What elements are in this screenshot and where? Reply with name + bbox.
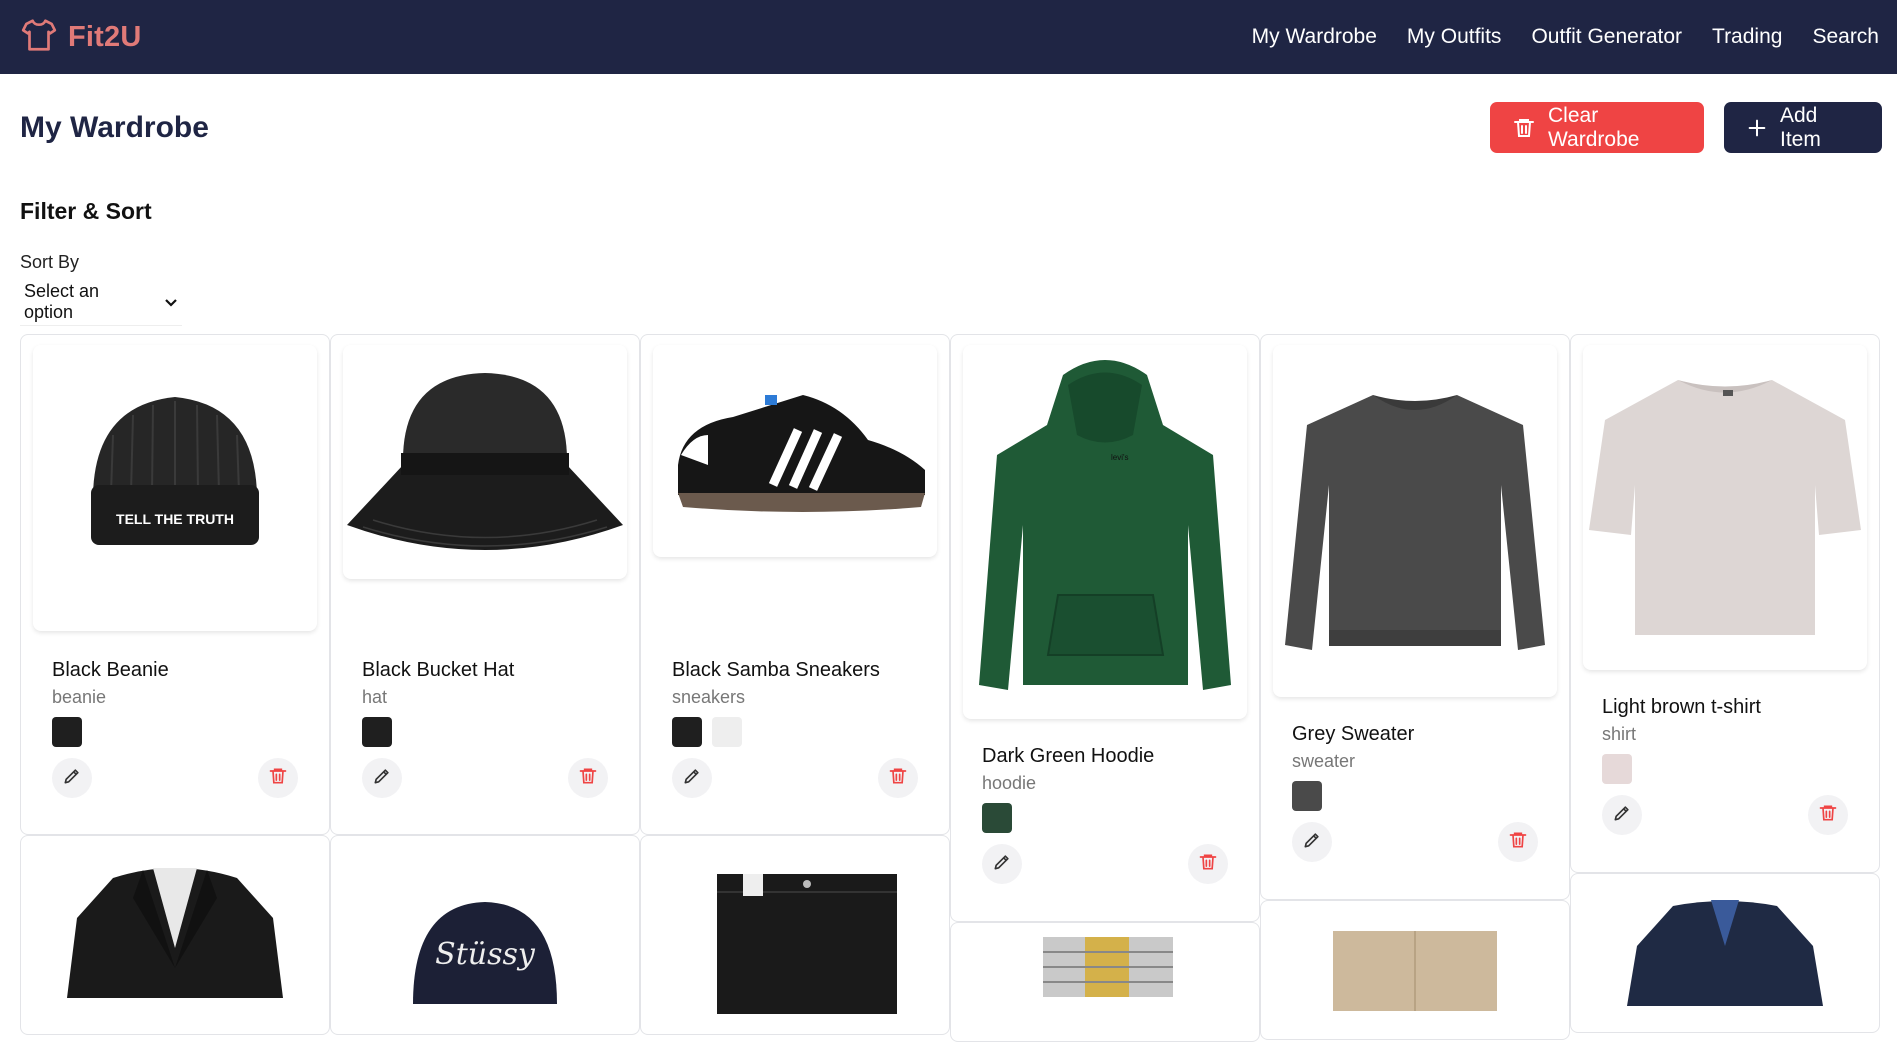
pencil-icon	[1302, 830, 1322, 855]
item-type: beanie	[52, 687, 107, 707]
item-name: Light brown t-shirt	[1602, 696, 1761, 718]
edit-button[interactable]	[672, 758, 712, 798]
tshirt-logo-icon	[20, 16, 58, 59]
wardrobe-card[interactable]	[950, 922, 1260, 1042]
wardrobe-card[interactable]	[1570, 873, 1880, 1033]
svg-text:levi's: levi's	[1111, 453, 1129, 462]
trash-icon	[888, 766, 908, 791]
edit-button[interactable]	[982, 844, 1022, 884]
wardrobe-card[interactable]: Stüssy	[330, 835, 640, 1035]
pencil-icon	[372, 766, 392, 791]
wardrobe-card[interactable]: Light brown t-shirt shirt	[1570, 334, 1880, 873]
item-name: Black Bucket Hat	[362, 659, 515, 681]
blazer-icon	[67, 868, 283, 998]
tshirt-icon	[1589, 380, 1861, 635]
item-image	[1583, 345, 1867, 670]
wardrobe-card[interactable]	[20, 835, 330, 1035]
item-image	[1273, 345, 1557, 697]
trash-icon	[1818, 803, 1838, 828]
svg-text:TELL THE TRUTH: TELL THE TRUTH	[116, 511, 234, 527]
page-header: My Wardrobe Clear Wardrobe Add Item	[20, 102, 1882, 153]
brand[interactable]: Fit2U	[20, 16, 142, 59]
wardrobe-card[interactable]: Black Samba Sneakers sneakers	[640, 334, 950, 835]
trash-icon	[1198, 852, 1218, 877]
wardrobe-card[interactable]	[1260, 900, 1570, 1040]
item-type: sweater	[1292, 751, 1356, 771]
item-name: Grey Sweater	[1292, 723, 1415, 745]
sort-by-label: Sort By	[20, 252, 80, 272]
nav-trading[interactable]: Trading	[1712, 25, 1782, 49]
color-swatch	[982, 803, 1012, 833]
item-type: hoodie	[982, 773, 1037, 793]
clear-wardrobe-button[interactable]: Clear Wardrobe	[1490, 102, 1704, 153]
watch-icon	[1043, 937, 1173, 997]
item-name: Dark Green Hoodie	[982, 745, 1155, 767]
trash-icon	[578, 766, 598, 791]
color-swatch	[362, 717, 392, 747]
color-swatch	[1602, 754, 1632, 784]
delete-button[interactable]	[1188, 844, 1228, 884]
brand-name: Fit2U	[68, 20, 142, 53]
sweater-icon	[1285, 395, 1545, 650]
wardrobe-card[interactable]: Black Bucket Hat hat	[330, 334, 640, 835]
color-swatch	[52, 717, 82, 747]
item-image	[343, 345, 627, 579]
wardrobe-card[interactable]	[640, 835, 950, 1035]
plus-icon	[1746, 117, 1768, 139]
add-item-label: Add Item	[1780, 103, 1821, 151]
hoodie-icon: levi's	[979, 360, 1231, 690]
item-name: Black Beanie	[52, 659, 169, 681]
pencil-icon	[992, 852, 1012, 877]
delete-button[interactable]	[1498, 822, 1538, 862]
add-item-button[interactable]: Add Item	[1724, 102, 1882, 153]
trash-icon	[268, 766, 288, 791]
nav-outfit-generator[interactable]: Outfit Generator	[1531, 25, 1682, 49]
filter-sort-heading: Filter & Sort	[20, 198, 152, 224]
edit-button[interactable]	[1292, 822, 1332, 862]
chevron-down-icon	[164, 292, 178, 313]
wardrobe-card[interactable]: TELL THE TRUTH Black Beanie beanie	[20, 334, 330, 835]
item-type: shirt	[1602, 724, 1637, 744]
delete-button[interactable]	[1808, 795, 1848, 835]
nav-search[interactable]: Search	[1812, 25, 1879, 49]
jeans-icon	[717, 874, 897, 1014]
trash-icon	[1512, 116, 1536, 140]
pencil-icon	[1612, 803, 1632, 828]
color-swatch	[712, 717, 742, 747]
nav-my-wardrobe[interactable]: My Wardrobe	[1252, 25, 1377, 49]
svg-text:Stüssy: Stüssy	[435, 937, 536, 972]
item-type: hat	[362, 687, 388, 707]
color-swatch	[1292, 781, 1322, 811]
item-image	[653, 345, 937, 557]
top-navbar: Fit2U My Wardrobe My Outfits Outfit Gene…	[0, 0, 1897, 74]
delete-button[interactable]	[258, 758, 298, 798]
page-title: My Wardrobe	[20, 110, 209, 144]
delete-button[interactable]	[568, 758, 608, 798]
sort-select-value: Select an option	[24, 281, 100, 322]
sneaker-icon	[678, 395, 925, 512]
edit-button[interactable]	[1602, 795, 1642, 835]
delete-button[interactable]	[878, 758, 918, 798]
clear-wardrobe-label: Clear Wardrobe	[1548, 103, 1640, 151]
trash-icon	[1508, 830, 1528, 855]
bucket-hat-icon	[347, 373, 623, 550]
pencil-icon	[62, 766, 82, 791]
item-image: TELL THE TRUTH	[33, 345, 317, 631]
pencil-icon	[682, 766, 702, 791]
cap-icon: Stüssy	[413, 902, 557, 1004]
color-swatch	[672, 717, 702, 747]
item-type: sneakers	[672, 687, 746, 707]
wardrobe-card[interactable]: Grey Sweater sweater	[1260, 334, 1570, 900]
item-name: Black Samba Sneakers	[672, 659, 880, 681]
edit-button[interactable]	[362, 758, 402, 798]
sort-select[interactable]: Select an option	[20, 279, 182, 326]
beanie-icon: TELL THE TRUTH	[91, 397, 259, 545]
edit-button[interactable]	[52, 758, 92, 798]
nav-my-outfits[interactable]: My Outfits	[1407, 25, 1502, 49]
shorts-icon	[1333, 931, 1497, 1011]
navy-blazer-icon	[1627, 900, 1823, 1006]
item-image: levi's	[963, 345, 1247, 719]
wardrobe-card[interactable]: levi's Dark Green Hoodie hoodie	[950, 334, 1260, 922]
